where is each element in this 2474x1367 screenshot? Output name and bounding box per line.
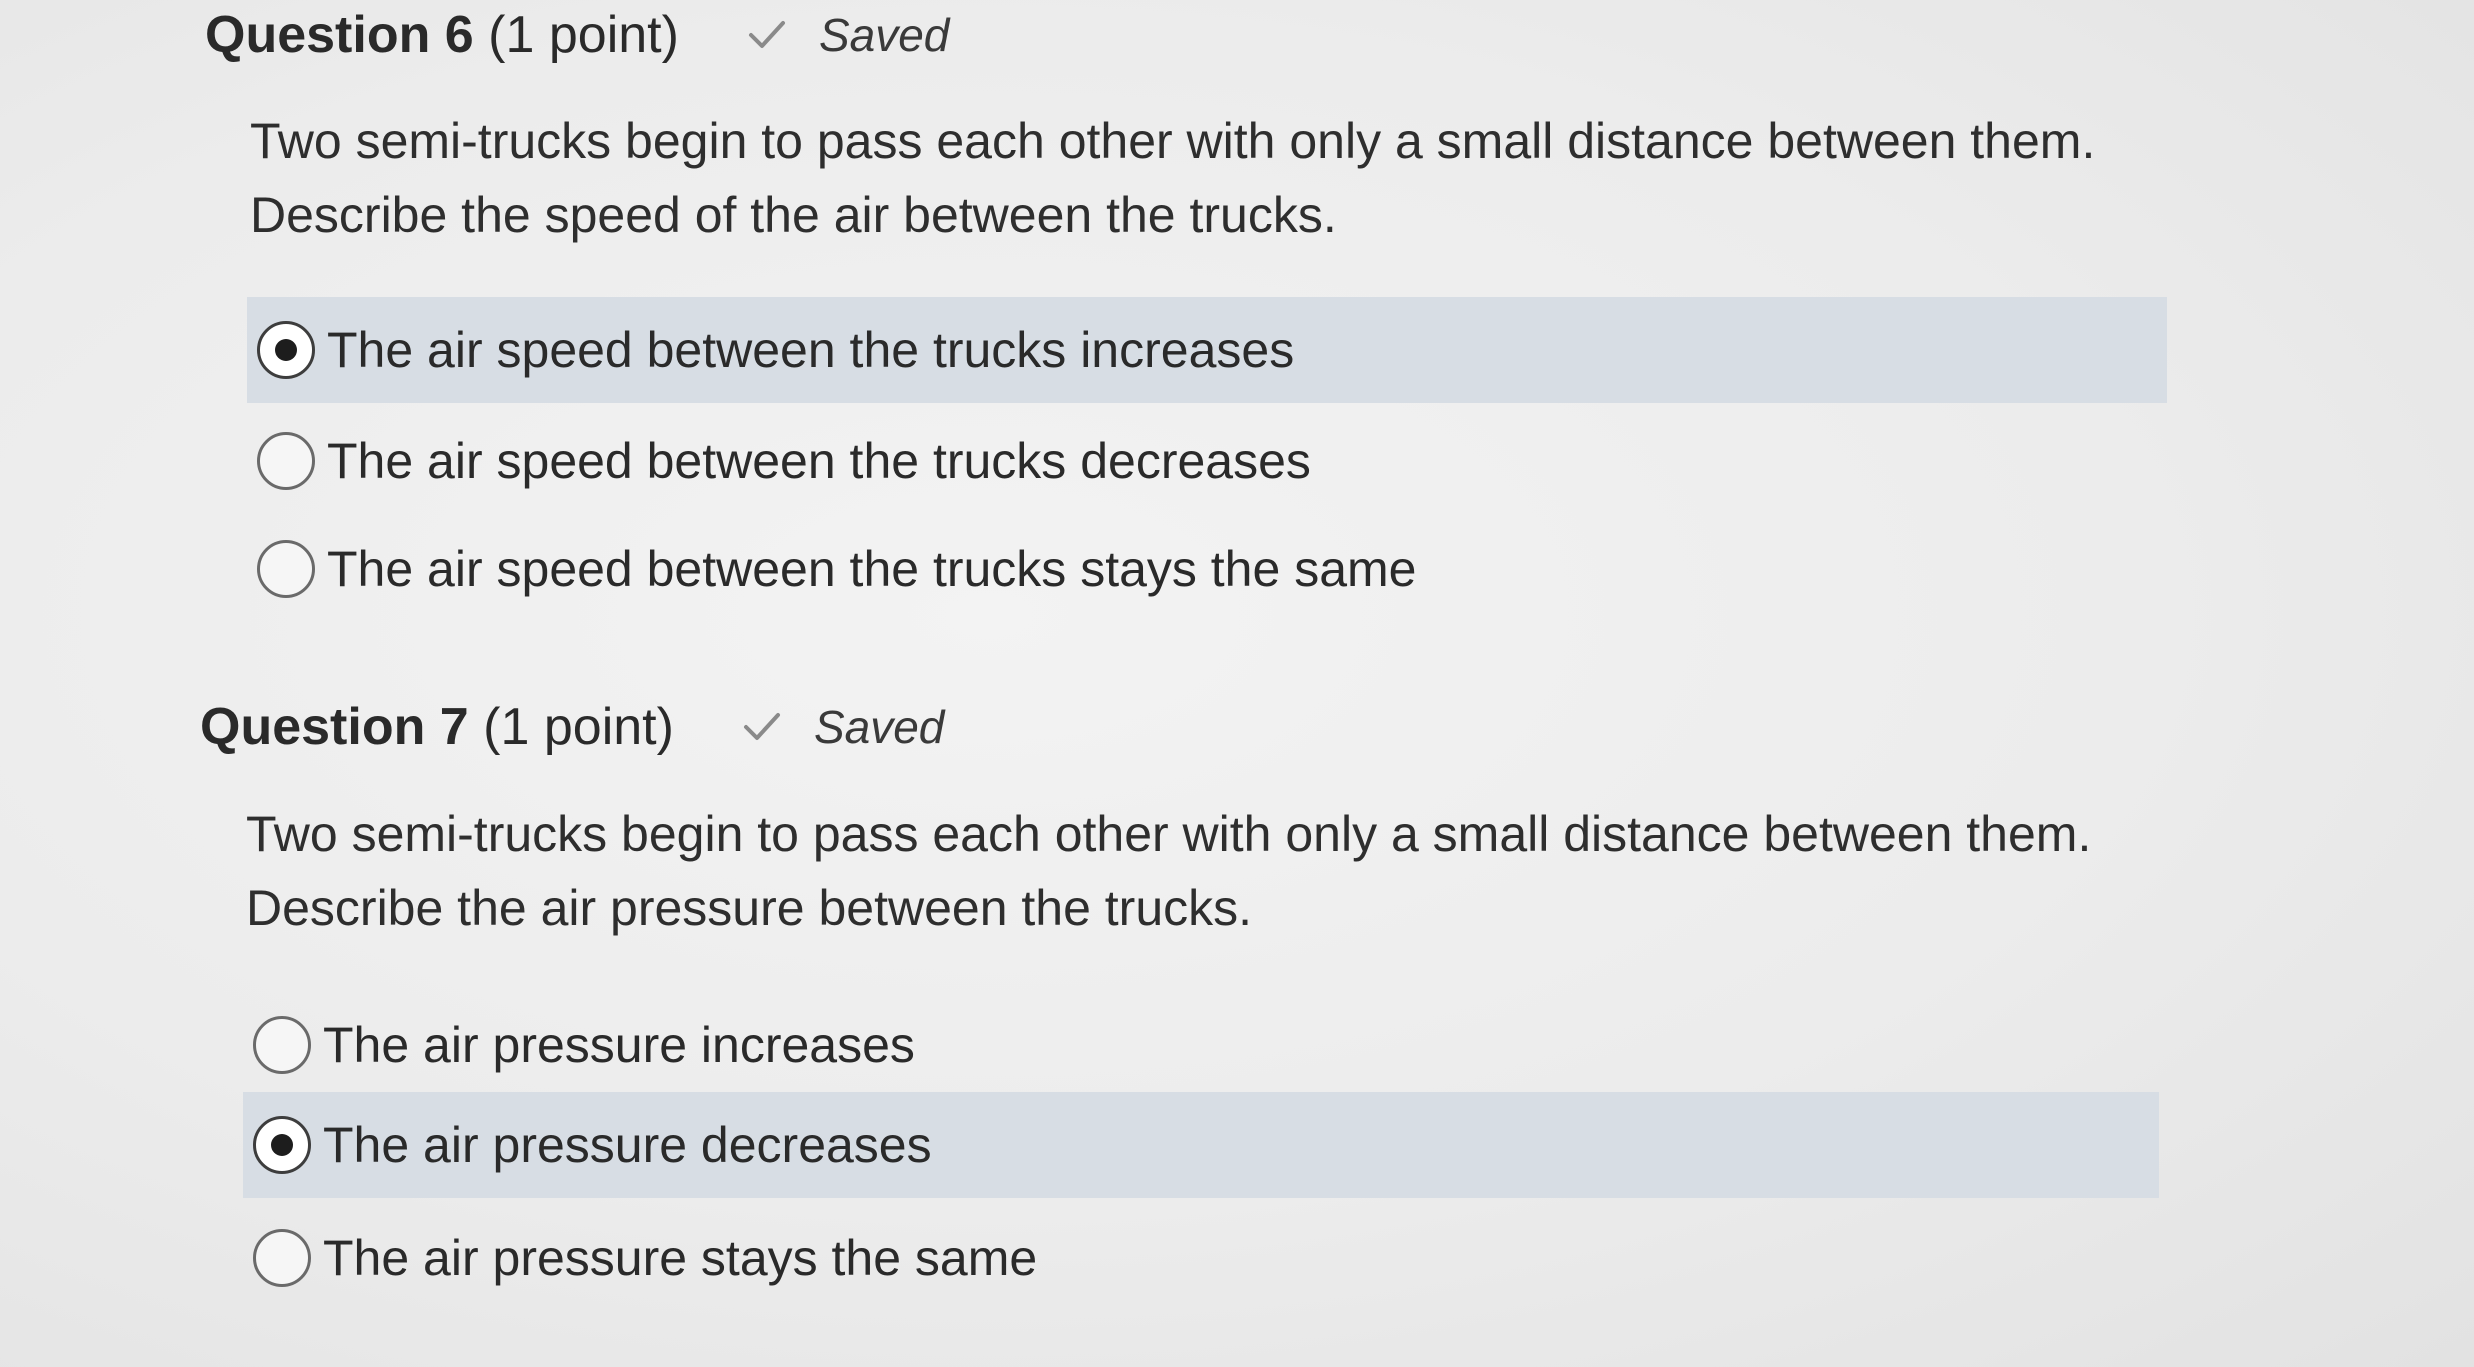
- question-7-option-3[interactable]: The air pressure stays the same: [243, 1205, 2159, 1311]
- option-label: The air speed between the trucks stays t…: [327, 541, 1417, 597]
- option-label: The air pressure stays the same: [323, 1230, 1038, 1286]
- question-6-title: Question 6 (1 point): [205, 5, 679, 65]
- question-6-prompt-line-1: Two semi-trucks begin to pass each other…: [250, 113, 2096, 169]
- saved-label: Saved: [818, 9, 950, 61]
- question-7-header: Question 7 (1 point) Saved: [200, 692, 944, 762]
- question-7-number: Question 7: [200, 698, 469, 756]
- checkmark-icon: [743, 713, 780, 740]
- radio-button[interactable]: [253, 1016, 311, 1074]
- option-label: The air pressure decreases: [323, 1117, 932, 1173]
- question-6-points: (1 point): [488, 6, 679, 64]
- question-6-prompt: Two semi-trucks begin to pass each other…: [250, 104, 2095, 252]
- question-7-option-1[interactable]: The air pressure increases: [243, 992, 2159, 1098]
- option-label: The air speed between the trucks increas…: [327, 322, 1295, 378]
- option-label: The air pressure increases: [323, 1017, 915, 1073]
- question-7-saved-status: Saved: [740, 700, 944, 754]
- question-6-saved-status: Saved: [745, 8, 949, 62]
- question-7-points: (1 point): [483, 698, 674, 756]
- radio-button[interactable]: [257, 540, 315, 598]
- radio-button[interactable]: [253, 1229, 311, 1287]
- question-6-option-1[interactable]: The air speed between the trucks increas…: [247, 297, 2167, 403]
- radio-button-selected[interactable]: [253, 1116, 311, 1174]
- question-7-prompt: Two semi-trucks begin to pass each other…: [246, 797, 2091, 945]
- radio-button-selected[interactable]: [257, 321, 315, 379]
- question-7-option-2[interactable]: The air pressure decreases: [243, 1092, 2159, 1198]
- radio-button[interactable]: [257, 432, 315, 490]
- question-6-number: Question 6: [205, 6, 474, 64]
- saved-label: Saved: [813, 701, 945, 753]
- question-6-prompt-line-2: Describe the speed of the air between th…: [250, 187, 1337, 243]
- question-7-prompt-line-1: Two semi-trucks begin to pass each other…: [246, 806, 2092, 862]
- question-7-prompt-line-2: Describe the air pressure between the tr…: [246, 880, 1253, 936]
- question-6-header: Question 6 (1 point) Saved: [205, 0, 949, 70]
- question-6-option-3[interactable]: The air speed between the trucks stays t…: [247, 516, 2167, 622]
- question-6-option-2[interactable]: The air speed between the trucks decreas…: [247, 408, 2167, 514]
- question-7-title: Question 7 (1 point): [200, 697, 674, 757]
- checkmark-icon: [748, 21, 785, 48]
- option-label: The air speed between the trucks decreas…: [327, 433, 1311, 489]
